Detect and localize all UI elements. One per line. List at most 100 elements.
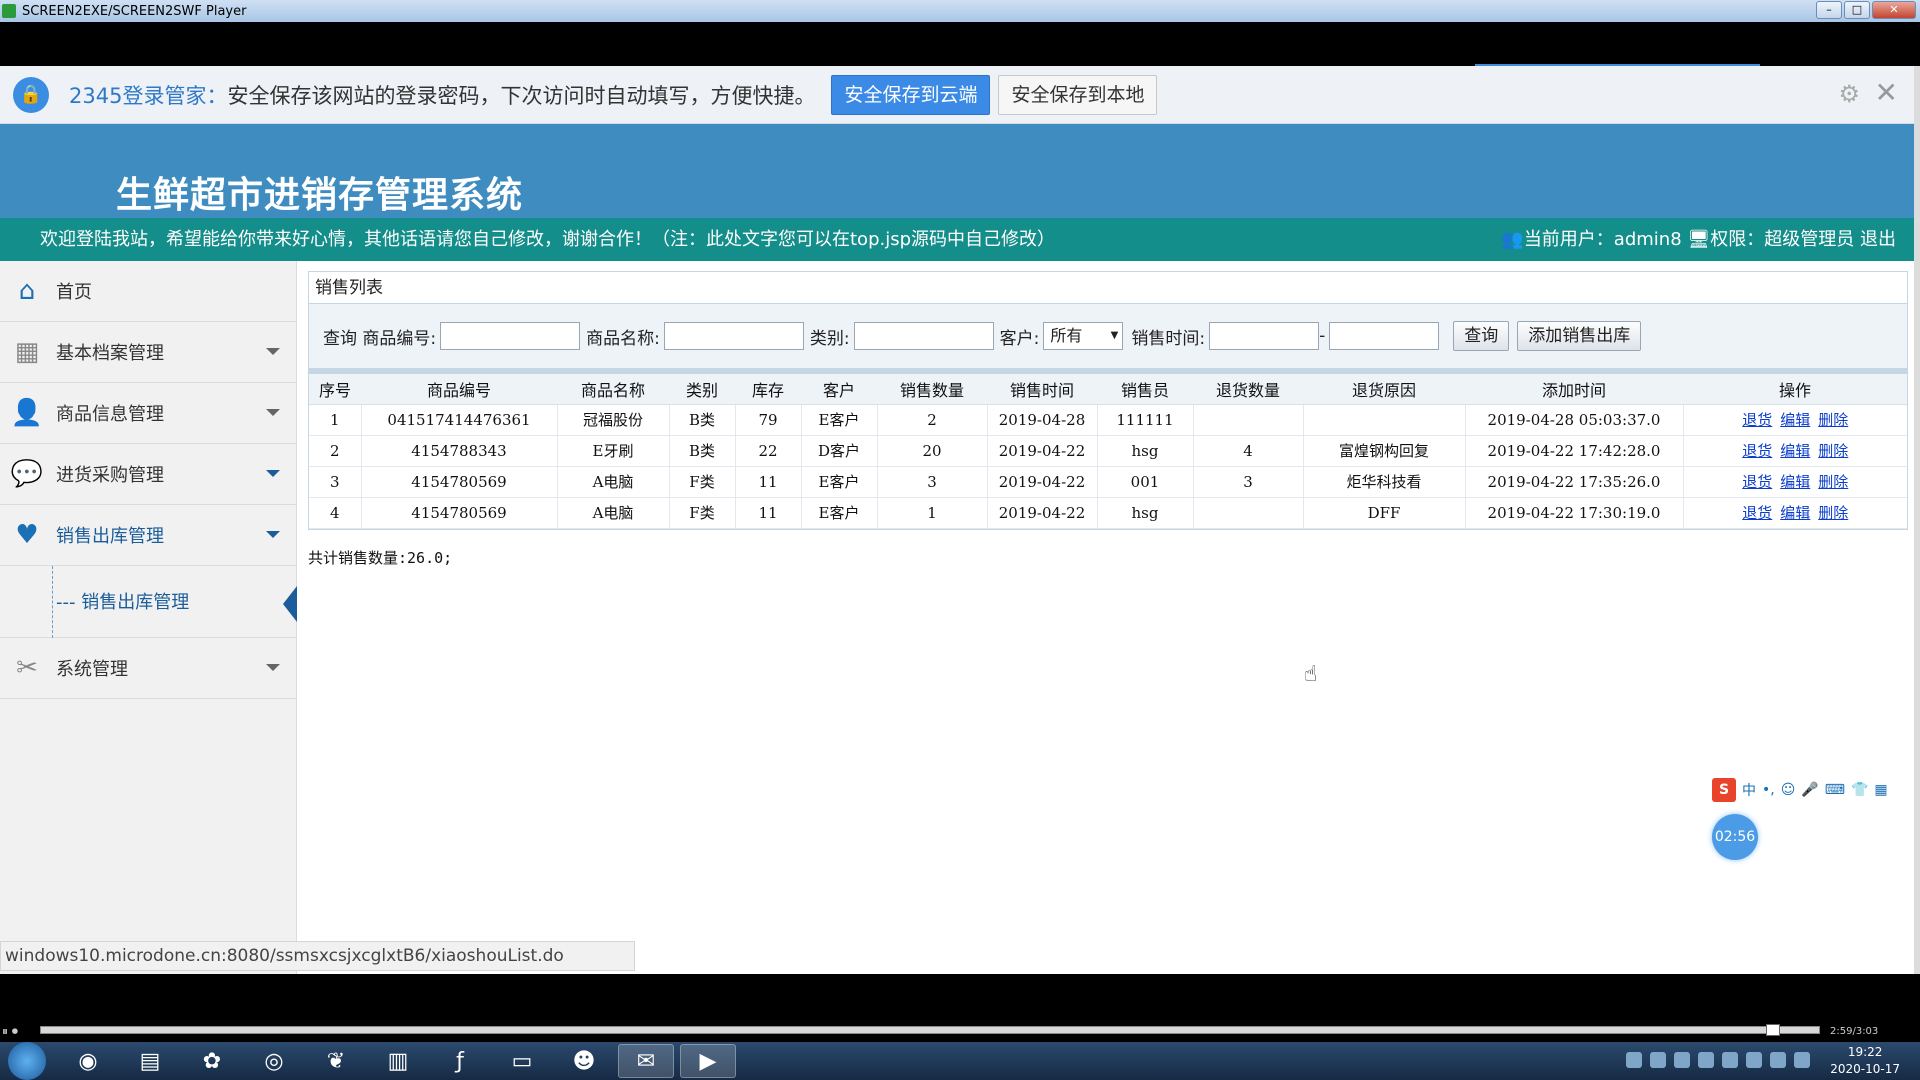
qq-icon[interactable]: ☻: [556, 1044, 612, 1078]
table-cell: 富煌钢构回复: [1303, 435, 1466, 467]
status-url: windows10.microdone.cn:8080/ssmsxcsjxcgl…: [0, 941, 635, 971]
return-link[interactable]: 退货: [1742, 473, 1772, 491]
table-cell: 4154780569: [361, 466, 558, 498]
add-sales-outbound-button[interactable]: 添加销售出库: [1517, 321, 1642, 351]
edit-link[interactable]: 编辑: [1780, 442, 1810, 460]
logout-link[interactable]: 退出: [1860, 229, 1896, 250]
role-icon: 🖥: [1687, 229, 1711, 250]
keyboard-icon[interactable]: ⌨: [1825, 782, 1845, 798]
chrome-icon[interactable]: ◉: [60, 1044, 116, 1078]
browser-icon[interactable]: ◎: [246, 1044, 302, 1078]
column-header: 销售员: [1097, 374, 1193, 405]
tray-icon[interactable]: [1746, 1052, 1762, 1068]
pinwheel-icon[interactable]: ✿: [184, 1044, 240, 1078]
hand-cursor-icon: ☝: [1304, 662, 1318, 687]
chevron-down-icon: [266, 348, 280, 355]
delete-link[interactable]: 删除: [1818, 411, 1848, 429]
maximize-button[interactable]: □: [1844, 1, 1870, 19]
customer-select[interactable]: 所有: [1043, 322, 1124, 350]
pause-icon[interactable]: ⏸ ⏺: [2, 1024, 18, 1039]
column-header: 退货原因: [1303, 374, 1465, 405]
table-cell: 炬华科技看: [1303, 466, 1466, 498]
column-header: 商品名称: [557, 374, 669, 405]
browser-page: 🔒 2345登录管家： 安全保存该网站的登录密码，下次访问时自动填写，方便快捷。…: [0, 66, 1920, 974]
chat-icon: 💬: [10, 459, 44, 489]
table-cell: 11: [735, 466, 802, 498]
close-window-button[interactable]: ✕: [1872, 1, 1916, 19]
tray-icon[interactable]: [1650, 1052, 1666, 1068]
tray-icon[interactable]: [1794, 1052, 1810, 1068]
sogou-ime-icon[interactable]: S: [1712, 778, 1736, 802]
table-cell: 111111: [1097, 404, 1194, 436]
sales-time-end-input[interactable]: [1329, 322, 1440, 350]
folder-icon[interactable]: ▭: [494, 1044, 550, 1078]
sidebar-item-label: 首页: [56, 282, 92, 303]
tray-icon[interactable]: [1698, 1052, 1714, 1068]
emoji-icon[interactable]: ☺: [1781, 782, 1796, 798]
chart-app-icon[interactable]: ▥: [370, 1044, 426, 1078]
tray-icon[interactable]: [1770, 1052, 1786, 1068]
ime-toolbar[interactable]: S 中 •, ☺ 🎤 ⌨ 👕 ▦: [1712, 778, 1888, 802]
tray-icon[interactable]: [1626, 1052, 1642, 1068]
punctuation-icon[interactable]: •,: [1762, 782, 1775, 798]
site-header: 生鲜超市进销存管理系统: [0, 124, 1920, 218]
sidebar-item-label: 商品信息管理: [56, 404, 164, 425]
search-form: 查询 商品编号: 商品名称: 类别: 客户: 所有 销售时间: - 查询 添加销…: [309, 304, 1907, 374]
microphone-icon[interactable]: 🎤: [1801, 782, 1818, 798]
delete-link[interactable]: 删除: [1818, 473, 1848, 491]
close-icon[interactable]: ✕: [1875, 76, 1898, 109]
return-link[interactable]: 退货: [1742, 442, 1772, 460]
player-taskbar-icon[interactable]: ▶: [680, 1044, 736, 1078]
seek-bar[interactable]: [40, 1026, 1820, 1034]
table-cell: 冠福股份: [557, 404, 670, 436]
sidebar-subitem-sales-management[interactable]: --- 销售出库管理: [0, 566, 297, 638]
sidebar-item-system[interactable]: ✂ 系统管理: [0, 638, 296, 699]
category-input[interactable]: [853, 322, 994, 350]
welcome-message: 欢迎登陆我站，希望能给你带来好心情，其他话语请您自己修改，谢谢合作！（注：此处文…: [40, 229, 1056, 250]
grid-icon: ▦: [14, 337, 40, 367]
chevron-down-icon: [266, 664, 280, 671]
leaf-icon[interactable]: ❦: [308, 1044, 364, 1078]
apps-icon[interactable]: ▦: [1874, 782, 1887, 798]
return-link[interactable]: 退货: [1742, 411, 1772, 429]
terminal-icon[interactable]: ▤: [122, 1044, 178, 1078]
flash-icon[interactable]: ƒ: [432, 1044, 488, 1078]
sidebar-item-home[interactable]: ⌂ 首页: [0, 261, 296, 322]
wechat-icon[interactable]: ✉: [618, 1044, 674, 1078]
sidebar-item-product-info[interactable]: 👤 商品信息管理: [0, 383, 296, 444]
edit-link[interactable]: 编辑: [1780, 504, 1810, 522]
recording-timer: 02:56: [1712, 814, 1758, 860]
gear-icon[interactable]: ⚙: [1838, 80, 1860, 108]
table-cell: B类: [669, 404, 736, 436]
tray-icon[interactable]: [1722, 1052, 1738, 1068]
seek-handle[interactable]: [1766, 1024, 1780, 1036]
return-link[interactable]: 退货: [1742, 504, 1772, 522]
ime-language[interactable]: 中: [1742, 780, 1756, 800]
sidebar-item-sales[interactable]: ♥ 销售出库管理: [0, 505, 296, 566]
product-name-input[interactable]: [663, 322, 804, 350]
table-cell: 2019-04-28 05:03:37.0: [1465, 404, 1684, 436]
table-cell: 4154788343: [361, 435, 558, 467]
sidebar-item-purchasing[interactable]: 💬 进货采购管理: [0, 444, 296, 505]
edit-link[interactable]: 编辑: [1780, 411, 1810, 429]
delete-link[interactable]: 删除: [1818, 504, 1848, 522]
skin-icon[interactable]: 👕: [1851, 782, 1868, 798]
taskbar-clock[interactable]: 19:22 2020-10-17: [1830, 1044, 1900, 1078]
page-scrollbar[interactable]: [1914, 66, 1920, 974]
table-cell: 2: [877, 404, 988, 436]
sales-time-start-input[interactable]: [1209, 322, 1320, 350]
query-button[interactable]: 查询: [1453, 321, 1510, 351]
home-icon: ⌂: [18, 276, 36, 306]
sidebar-item-basic-records[interactable]: ▦ 基本档案管理: [0, 322, 296, 383]
sidebar: ⌂ 首页 ▦ 基本档案管理 👤 商品信息管理 💬 进货采购管理 ♥ 销售出库管理…: [0, 261, 297, 974]
save-to-local-button[interactable]: 安全保存到本地: [998, 74, 1158, 115]
start-button[interactable]: [8, 1042, 46, 1080]
product-code-input[interactable]: [440, 322, 581, 350]
delete-link[interactable]: 删除: [1818, 442, 1848, 460]
tray-icon[interactable]: [1674, 1052, 1690, 1068]
edit-link[interactable]: 编辑: [1780, 473, 1810, 491]
table-cell: 3: [309, 466, 362, 498]
save-to-cloud-button[interactable]: 安全保存到云端: [831, 74, 991, 115]
minimize-button[interactable]: –: [1816, 1, 1842, 19]
player-controls: ⏸ ⏺ 2:59/3:03: [0, 974, 1920, 1042]
